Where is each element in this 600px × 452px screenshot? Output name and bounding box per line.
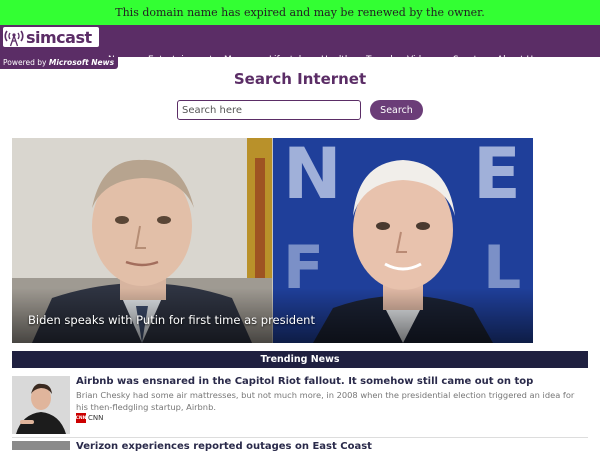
nav-item-health[interactable]: Health (321, 55, 351, 65)
powered-by-prefix: Powered by (3, 58, 47, 67)
brand-name: simcast (26, 27, 92, 47)
nav-item-lifestyle[interactable]: Lifestyle (269, 55, 307, 65)
trending-news-header: Trending News (12, 351, 588, 368)
article-title[interactable]: Verizon experiences reported outages on … (76, 441, 372, 452)
powered-by-brand: Microsoft News (48, 58, 115, 67)
hero-news-card[interactable]: N E L F Biden speaks with Putin for firs… (12, 138, 533, 343)
nav-item-money[interactable]: Money (224, 55, 254, 65)
nav-item-about-us[interactable]: About Us (497, 55, 538, 65)
svg-text:N: N (283, 138, 342, 215)
powered-by-badge: Powered by Microsoft News (0, 57, 118, 69)
article-title[interactable]: Airbnb was ensnared in the Capitol Riot … (76, 376, 533, 387)
top-navbar: simcast News Entertainment Money Lifesty… (0, 25, 600, 80)
nav-item-videos[interactable]: Videos (407, 55, 437, 65)
article-thumbnail (12, 376, 70, 434)
simcast-logo[interactable]: simcast (3, 27, 99, 47)
article-summary: Brian Chesky had some air mattresses, bu… (76, 390, 575, 412)
nav-item-entertainment[interactable]: Entertainment (148, 55, 213, 65)
article-thumbnail (12, 441, 70, 450)
nav-item-sports[interactable]: Sports (453, 55, 482, 65)
nav-item-travel[interactable]: Travel (366, 55, 393, 65)
search-input[interactable] (177, 100, 361, 120)
svg-text:E: E (473, 138, 521, 215)
article-divider (12, 437, 588, 438)
search-button[interactable]: Search (370, 100, 423, 120)
cnn-logo-icon: CNN (76, 413, 86, 423)
page-title: Search Internet (233, 70, 367, 88)
hero-caption[interactable]: Biden speaks with Putin for first time a… (28, 313, 315, 327)
expired-domain-text: This domain name has expired and may be … (115, 6, 485, 19)
article-source: CNN CNN (76, 413, 103, 423)
source-name: CNN (88, 414, 104, 422)
expired-domain-banner: This domain name has expired and may be … (0, 0, 600, 25)
broadcast-tower-icon (4, 30, 24, 47)
